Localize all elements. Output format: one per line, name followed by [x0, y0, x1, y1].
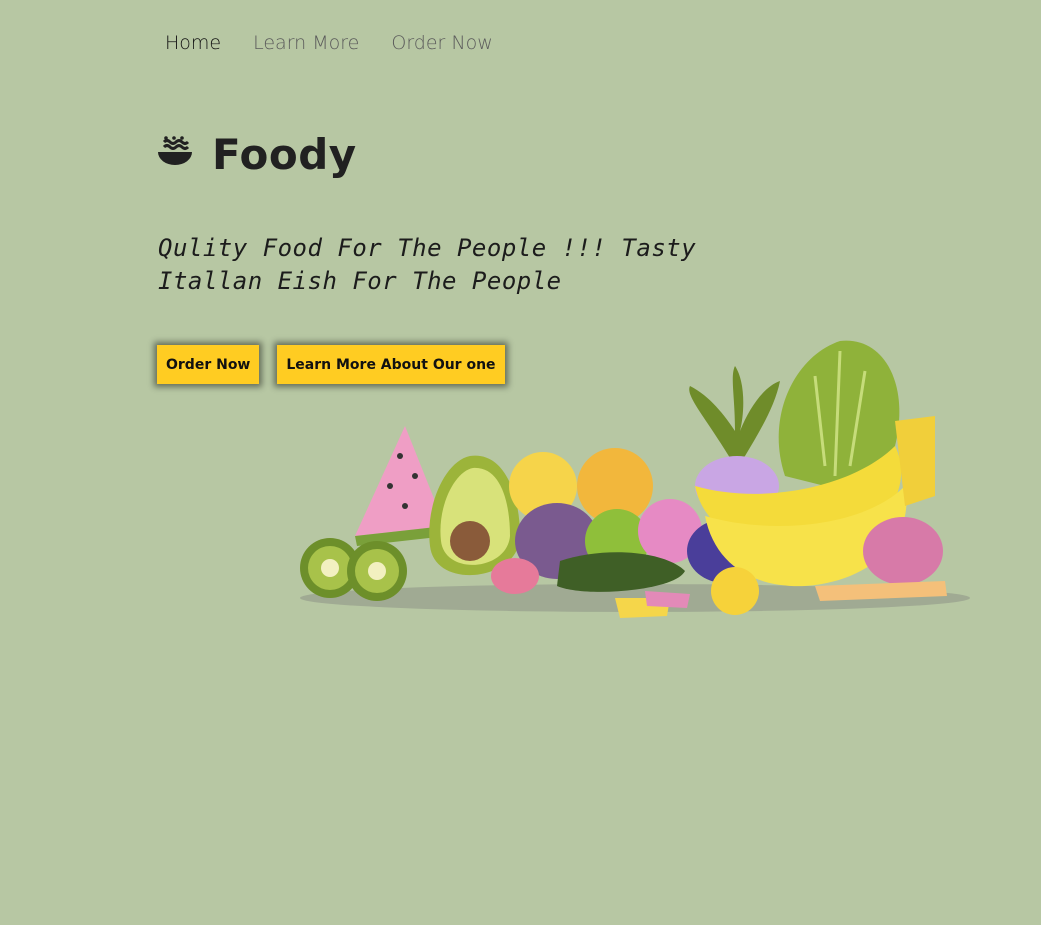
nav-order-now-link[interactable]: Order Now: [391, 32, 492, 54]
page: Home Learn More Order Now Foody Qulity F…: [0, 0, 1041, 925]
tagline: Qulity Food For The People !!! Tasty Ita…: [158, 234, 697, 295]
nav-home-link[interactable]: Home: [165, 32, 221, 54]
fruits-and-vegetables-illustration: [300, 340, 970, 618]
strawberry-shape: [491, 558, 539, 594]
yellow-tomato-shape: [711, 567, 759, 615]
nav-learn-more-link[interactable]: Learn More: [253, 32, 359, 54]
brand-title: Foody: [212, 130, 357, 179]
order-now-button[interactable]: Order Now: [157, 345, 260, 384]
food-bowl-icon: [156, 136, 194, 173]
top-nav: Home Learn More Order Now: [165, 32, 493, 54]
avocado-shape: [429, 455, 520, 576]
brand: Foody: [156, 130, 357, 179]
pink-tomato-shape: [863, 517, 943, 585]
